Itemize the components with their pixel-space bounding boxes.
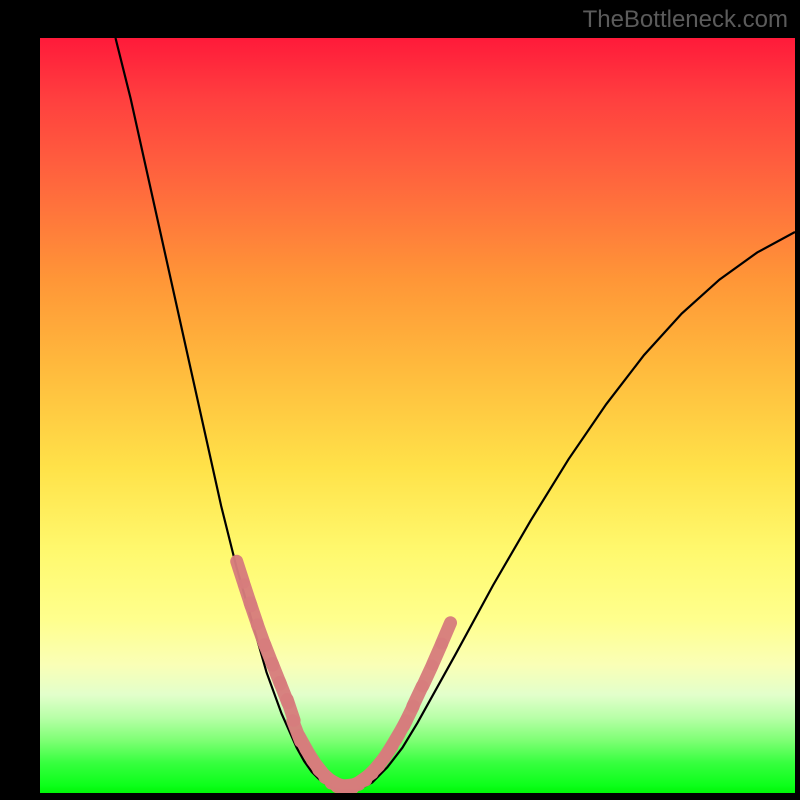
curve-marker xyxy=(442,623,451,643)
bottleneck-curve xyxy=(116,38,796,790)
watermark-text: TheBottleneck.com xyxy=(583,6,788,34)
plot-area xyxy=(40,38,795,793)
chart-frame: TheBottleneck.com xyxy=(0,0,800,800)
curve-layer xyxy=(116,38,796,790)
marker-layer xyxy=(237,561,451,788)
chart-svg xyxy=(40,38,795,793)
